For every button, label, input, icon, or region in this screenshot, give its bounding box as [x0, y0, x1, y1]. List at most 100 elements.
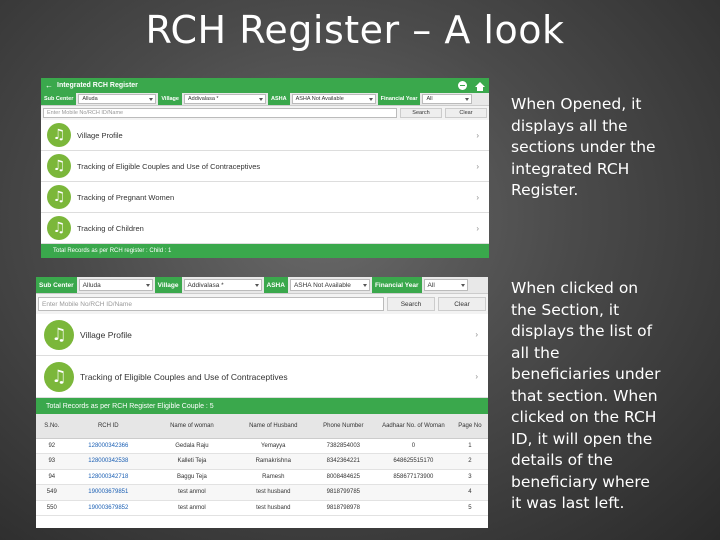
rch-id-link[interactable]: 128000342718 [67, 469, 149, 485]
section-label: Tracking of Eligible Couples and Use of … [80, 371, 288, 382]
chevron-down-icon [254, 284, 259, 287]
table-row: 93 128000342538 Kalleti Teja Ramakrishna… [36, 453, 488, 470]
search-row: Enter Mobile No/RCH ID/Name Search Clear [36, 294, 488, 314]
home-icon[interactable] [475, 81, 485, 91]
cell-page: 5 [451, 500, 488, 516]
col-header[interactable]: Page No [451, 414, 488, 439]
cell-aadhaar [374, 500, 452, 516]
financial-year-label: Financial Year [377, 93, 421, 105]
chevron-down-icon [145, 284, 150, 287]
cell-husband: Ramesh [234, 469, 312, 485]
music-note-icon: ♫ [44, 319, 74, 350]
financial-year-select[interactable]: All [422, 94, 473, 104]
cell-phone: 9818798978 [311, 500, 375, 516]
rch-id-link[interactable]: 190003679851 [67, 484, 149, 501]
search-input[interactable]: Enter Mobile No/RCH ID/Name [43, 108, 397, 118]
cell-phone: 8008484625 [311, 469, 375, 485]
cell-husband: Yemayya [234, 438, 312, 454]
col-header[interactable]: Name of woman [148, 414, 235, 439]
village-select[interactable]: Addivalasa * [183, 279, 262, 291]
table-header-row: S.No. RCH ID Name of woman Name of Husba… [36, 414, 488, 439]
cell-page: 1 [451, 438, 488, 454]
village-label: Village [158, 93, 182, 105]
section-pregnant-women[interactable]: ♫ Tracking of Pregnant Women › [41, 182, 489, 213]
cell-phone: 9818799785 [311, 484, 375, 501]
app-header: ← Integrated RCH Register [41, 78, 489, 93]
slide-title: RCH Register – A look [145, 8, 565, 52]
music-note-icon: ♫ [47, 123, 71, 147]
financial-year-select[interactable]: All [423, 279, 468, 291]
chevron-down-icon [258, 98, 263, 101]
section-village-profile[interactable]: ♫ Village Profile › [41, 120, 489, 151]
col-header[interactable]: Aadhaar No. of Woman [374, 414, 452, 439]
asha-select[interactable]: ASHA Not Available [289, 279, 370, 291]
search-button[interactable]: Search [400, 108, 442, 118]
cell-page: 4 [451, 484, 488, 501]
chevron-right-icon: › [476, 130, 479, 140]
chevron-down-icon [368, 98, 373, 101]
filter-bar: Sub Center Alluda Village Addivalasa * A… [36, 277, 488, 294]
asha-select[interactable]: ASHA Not Available [291, 94, 376, 104]
beneficiary-table: S.No. RCH ID Name of woman Name of Husba… [36, 414, 488, 516]
minus-circle-icon[interactable] [458, 81, 467, 90]
section-eligible-couples[interactable]: ♫ Tracking of Eligible Couples and Use o… [41, 151, 489, 182]
clear-button[interactable]: Clear [438, 297, 486, 311]
cell-husband: test husband [234, 484, 312, 501]
chevron-right-icon: › [476, 161, 479, 171]
music-note-icon: ♫ [47, 154, 71, 178]
cell-sno: 549 [36, 484, 68, 501]
search-button[interactable]: Search [387, 297, 435, 311]
music-note-icon: ♫ [47, 185, 71, 209]
section-label: Tracking of Children [77, 223, 144, 233]
cell-woman: Gedala Raju [148, 438, 235, 454]
rch-id-link[interactable]: 128000342538 [67, 453, 149, 470]
sub-center-label: Sub Center [41, 93, 77, 105]
cell-woman: test anmol [148, 484, 235, 501]
total-records-bar: Total Records as per RCH register : Chil… [41, 244, 489, 258]
cell-aadhaar: 648625515170 [374, 453, 452, 470]
chevron-right-icon: › [476, 192, 479, 202]
sub-center-select[interactable]: Alluda [78, 94, 157, 104]
filter-bar: Sub Center Alluda Village Addivalasa * A… [41, 93, 489, 106]
screenshot-beneficiary-list: Sub Center Alluda Village Addivalasa * A… [36, 277, 488, 528]
village-select[interactable]: Addivalasa * [183, 94, 266, 104]
asha-label: ASHA [267, 93, 290, 105]
cell-sno: 92 [36, 438, 68, 454]
table-row: 550 190003679852 test anmol test husband… [36, 500, 488, 516]
search-row: Enter Mobile No/RCH ID/Name Search Clear [41, 106, 489, 120]
col-header[interactable]: S.No. [36, 414, 68, 439]
asha-label: ASHA [263, 277, 288, 293]
village-label: Village [154, 277, 182, 293]
section-label: Tracking of Eligible Couples and Use of … [77, 161, 261, 171]
total-records-bar: Total Records as per RCH Register Eligib… [36, 398, 488, 414]
section-village-profile[interactable]: ♫ Village Profile › [36, 314, 488, 356]
cell-phone: 7382854003 [311, 438, 375, 454]
clear-button[interactable]: Clear [445, 108, 487, 118]
cell-husband: test husband [234, 500, 312, 516]
music-note-icon: ♫ [44, 361, 74, 392]
section-label: Tracking of Pregnant Women [77, 192, 175, 202]
caption-clicked: When clicked on the Section, it displays… [511, 279, 661, 512]
caption-opened: When Opened, it displays all the section… [511, 95, 656, 199]
cell-woman: Kalleti Teja [148, 453, 235, 470]
cell-sno: 550 [36, 500, 68, 516]
screenshot-section-list: ← Integrated RCH Register Sub Center All… [41, 78, 489, 258]
col-header[interactable]: Name of Husband [234, 414, 312, 439]
back-icon[interactable]: ← [45, 81, 53, 90]
table-row: 94 128000342718 Baggu Teja Ramesh 800848… [36, 469, 488, 485]
col-header[interactable]: RCH ID [67, 414, 149, 439]
col-header[interactable]: Phone Number [311, 414, 375, 439]
sub-center-select[interactable]: Alluda [78, 279, 153, 291]
cell-page: 2 [451, 453, 488, 470]
search-input[interactable]: Enter Mobile No/RCH ID/Name [38, 297, 384, 311]
section-eligible-couples[interactable]: ♫ Tracking of Eligible Couples and Use o… [36, 356, 488, 398]
rch-id-link[interactable]: 190003679852 [67, 500, 149, 516]
section-list: ♫ Village Profile › ♫ Tracking of Eligib… [41, 120, 489, 244]
rch-id-link[interactable]: 128000342366 [67, 438, 149, 454]
cell-husband: Ramakrishna [234, 453, 312, 470]
table-row: 549 190003679851 test anmol test husband… [36, 484, 488, 501]
cell-page: 3 [451, 469, 488, 485]
section-children[interactable]: ♫ Tracking of Children › [41, 213, 489, 244]
cell-woman: test anmol [148, 500, 235, 516]
chevron-down-icon [460, 284, 465, 287]
